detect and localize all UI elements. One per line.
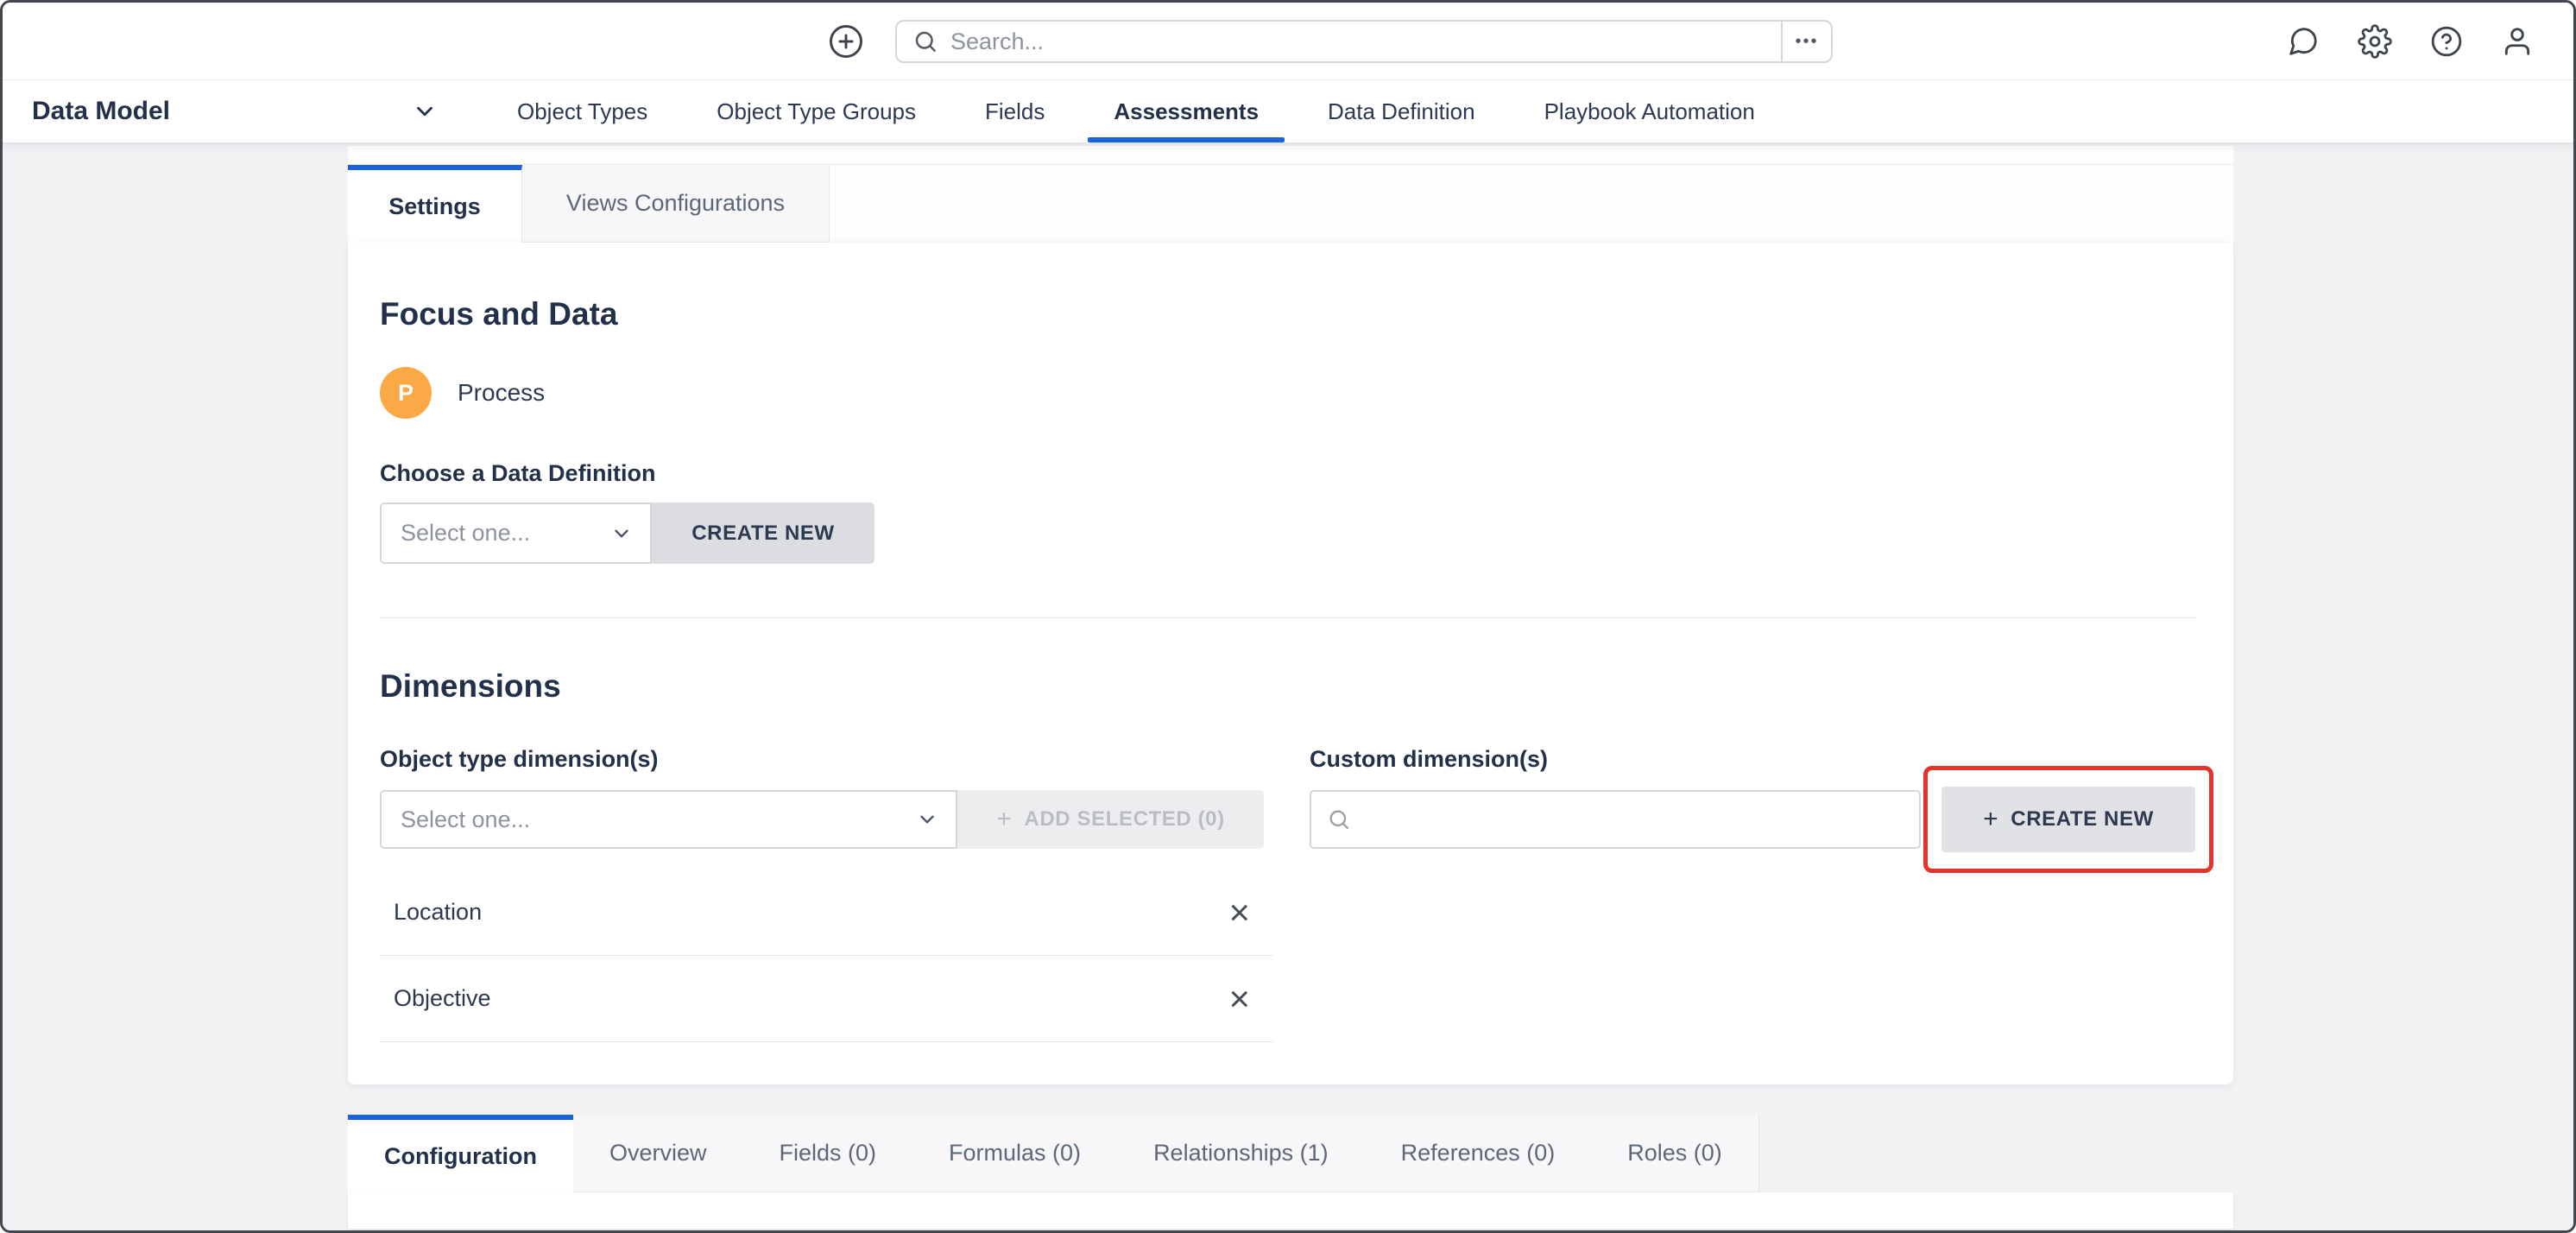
- page-content: Settings Views Configurations Focus and …: [3, 146, 2573, 1230]
- object-type-avatar: P: [380, 367, 432, 419]
- create-data-definition-button[interactable]: CREATE NEW: [652, 503, 874, 564]
- search-input[interactable]: [950, 28, 1781, 55]
- create-new-annotated-area: + CREATE NEW: [1941, 787, 2195, 852]
- workspace-selector[interactable]: Data Model: [32, 80, 438, 142]
- select-placeholder: Select one...: [401, 520, 530, 547]
- tab-roles[interactable]: Roles (0): [1591, 1115, 1759, 1192]
- add-selected-label: ADD SELECTED (0): [1024, 807, 1224, 831]
- chevron-down-icon: [916, 808, 938, 831]
- custom-dimensions-label: Custom dimension(s): [1310, 746, 2195, 773]
- tab-references[interactable]: References (0): [1365, 1115, 1593, 1192]
- object-type-dimensions-label: Object type dimension(s): [380, 746, 1264, 773]
- account-button[interactable]: [2501, 25, 2534, 58]
- dimension-name: Objective: [394, 985, 491, 1012]
- tab-settings[interactable]: Settings: [348, 165, 522, 243]
- search-options-button[interactable]: •••: [1781, 22, 1831, 61]
- section-divider: [380, 617, 2195, 618]
- nav-item-object-types[interactable]: Object Types: [483, 80, 682, 142]
- custom-dimensions-column: Custom dimension(s) +: [1310, 746, 2195, 852]
- ellipsis-icon: •••: [1795, 32, 1818, 52]
- remove-dimension-button[interactable]: ×: [1228, 895, 1250, 931]
- object-type-dimensions-controls: Select one... + ADD SELECTED (0): [380, 787, 1264, 852]
- module-nav-bar: Data Model Object Types Object Type Grou…: [3, 80, 2573, 144]
- plus-icon: +: [996, 805, 1012, 834]
- nav-item-assessments[interactable]: Assessments: [1079, 80, 1293, 142]
- settings-card: Focus and Data P Process Choose a Data D…: [348, 243, 2233, 1084]
- dimension-name: Location: [394, 899, 482, 926]
- select-placeholder: Select one...: [401, 806, 530, 833]
- remove-dimension-button[interactable]: ×: [1228, 981, 1250, 1017]
- focus-and-data-title: Focus and Data: [380, 243, 2195, 332]
- gear-icon: [2358, 24, 2392, 59]
- object-type-dimensions-column: Object type dimension(s) Select one...: [380, 746, 1264, 852]
- focus-object-row: P Process: [380, 367, 2195, 419]
- tab-relationships[interactable]: Relationships (1): [1117, 1115, 1366, 1192]
- assessment-tabstrip: Configuration Overview Fields (0) Formul…: [348, 1115, 2233, 1192]
- list-item: Objective ×: [380, 956, 1272, 1042]
- tab-formulas[interactable]: Formulas (0): [912, 1115, 1118, 1192]
- create-custom-dimension-button[interactable]: + CREATE NEW: [1941, 787, 2195, 852]
- settings-tabstrip: Settings Views Configurations: [348, 165, 2233, 243]
- app-window: •••: [0, 0, 2576, 1233]
- help-icon: [2430, 25, 2463, 58]
- help-button[interactable]: [2430, 25, 2463, 58]
- chevron-down-icon: [412, 98, 438, 124]
- dimensions-title: Dimensions: [380, 668, 2195, 705]
- data-definition-select[interactable]: Select one...: [380, 503, 652, 564]
- chevron-down-icon: [610, 522, 633, 545]
- object-type-dimension-select[interactable]: Select one...: [380, 790, 957, 849]
- close-icon: ×: [1228, 892, 1250, 933]
- search-icon: [1327, 807, 1351, 831]
- tab-overview[interactable]: Overview: [573, 1115, 744, 1192]
- data-definition-row: Select one... CREATE NEW: [380, 503, 2195, 564]
- plus-icon: +: [1983, 805, 1998, 834]
- user-icon: [2501, 25, 2534, 58]
- close-icon: ×: [1228, 978, 1250, 1019]
- nav-item-playbook-automation[interactable]: Playbook Automation: [1510, 80, 1790, 142]
- search-icon: [912, 28, 938, 54]
- tab-views-configurations[interactable]: Views Configurations: [522, 165, 830, 243]
- nav-item-data-definition[interactable]: Data Definition: [1293, 80, 1510, 142]
- create-new-label: CREATE NEW: [2011, 807, 2154, 831]
- tab-fields[interactable]: Fields (0): [743, 1115, 914, 1192]
- nav-item-object-type-groups[interactable]: Object Type Groups: [682, 80, 950, 142]
- next-card-edge: [348, 1192, 2233, 1229]
- chat-icon: [2287, 25, 2320, 58]
- object-type-name: Process: [458, 379, 545, 407]
- plus-circle-icon: [828, 23, 864, 60]
- dimensions-grid: Object type dimension(s) Select one...: [380, 746, 2195, 852]
- chat-button[interactable]: [2287, 25, 2320, 58]
- data-definition-label: Choose a Data Definition: [380, 460, 2195, 487]
- global-search-bar: •••: [895, 20, 1833, 63]
- selected-dimensions-list: Location × Objective ×: [380, 869, 1272, 1042]
- top-bar: •••: [3, 3, 2573, 80]
- custom-dimension-search-input[interactable]: [1365, 806, 1905, 833]
- scrolled-card-edge: [348, 146, 2233, 165]
- custom-dimension-search: [1310, 790, 1921, 849]
- tab-configuration[interactable]: Configuration: [348, 1115, 574, 1192]
- nav-item-fields[interactable]: Fields: [950, 80, 1079, 142]
- workspace-label: Data Model: [32, 97, 170, 126]
- top-bar-actions: [2287, 3, 2534, 79]
- custom-dimensions-controls: + CREATE NEW: [1310, 787, 2195, 852]
- settings-button[interactable]: [2358, 24, 2392, 59]
- list-item: Location ×: [380, 869, 1272, 956]
- quick-add-button[interactable]: [828, 3, 864, 79]
- add-selected-button[interactable]: + ADD SELECTED (0): [957, 790, 1264, 849]
- nav-items: Object Types Object Type Groups Fields A…: [483, 80, 1790, 142]
